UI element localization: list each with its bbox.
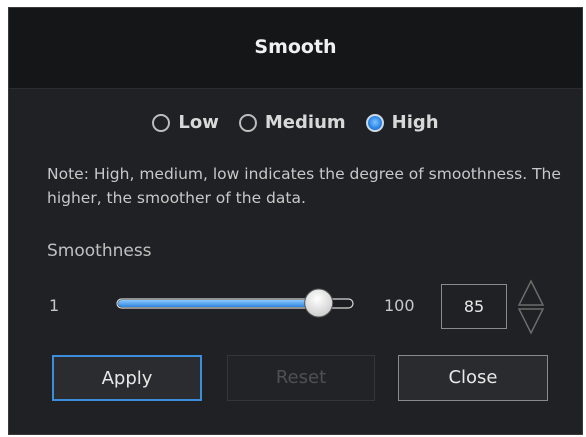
smooth-level-radio-group: Low Medium High — [9, 112, 582, 133]
slider-min-label: 1 — [49, 296, 60, 315]
smoothness-slider[interactable] — [113, 284, 363, 322]
reset-button[interactable]: Reset — [227, 355, 375, 401]
radio-low-circle-icon — [152, 113, 171, 132]
radio-medium[interactable]: Medium — [238, 112, 346, 133]
radio-medium-label: Medium — [264, 112, 346, 133]
spin-down-icon — [517, 308, 545, 335]
radio-low[interactable]: Low — [152, 112, 219, 133]
slider-fill — [118, 300, 319, 307]
smoothness-label: Smoothness — [47, 241, 152, 261]
apply-button[interactable]: Apply — [52, 355, 202, 401]
radio-high[interactable]: High — [365, 112, 439, 133]
slider-max-label: 100 — [384, 296, 415, 315]
radio-medium-circle-icon — [238, 113, 257, 132]
slider-thumb[interactable] — [304, 288, 334, 318]
smoothness-value-input[interactable]: 85 — [441, 284, 507, 329]
dialog-title: Smooth — [254, 36, 337, 58]
smooth-dialog: Smooth Low Medium High Note: High, mediu… — [8, 7, 583, 435]
note-text: Note: High, medium, low indicates the de… — [47, 165, 561, 207]
title-bar: Smooth — [9, 8, 582, 89]
spin-up-icon — [517, 279, 545, 306]
radio-high-circle-icon — [365, 113, 384, 132]
close-button[interactable]: Close — [398, 355, 548, 401]
radio-low-label: Low — [178, 112, 219, 133]
value-spinner[interactable] — [516, 278, 546, 336]
radio-high-label: High — [391, 112, 439, 133]
